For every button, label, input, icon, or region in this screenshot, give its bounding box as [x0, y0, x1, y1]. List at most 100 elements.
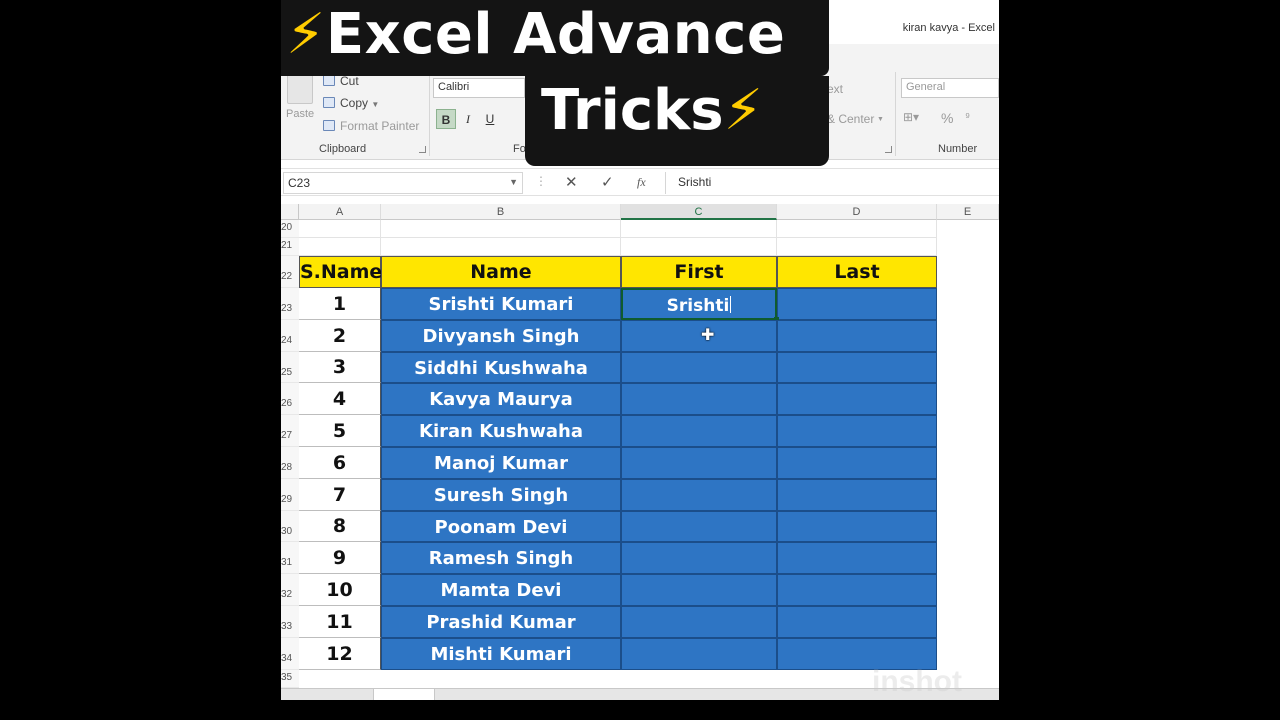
row-header[interactable]: 35	[281, 670, 299, 688]
last-name-cell[interactable]	[777, 383, 937, 415]
paste-icon[interactable]	[287, 74, 313, 104]
header-cell-sname[interactable]: S.Name	[299, 256, 382, 288]
first-name-cell[interactable]	[621, 638, 777, 670]
last-name-cell[interactable]	[777, 574, 937, 606]
row-header[interactable]: 29	[281, 479, 299, 511]
serial-number-cell[interactable]: 6	[299, 447, 381, 479]
serial-number-cell[interactable]: 11	[299, 606, 381, 638]
last-name-cell[interactable]	[777, 479, 937, 511]
header-cell-last[interactable]: Last	[777, 256, 937, 288]
underline-button[interactable]: U	[480, 109, 500, 129]
paste-button[interactable]: Paste	[286, 108, 314, 120]
grid-cell[interactable]	[381, 220, 621, 238]
last-name-cell[interactable]	[777, 352, 937, 383]
name-cell[interactable]: Ramesh Singh	[381, 542, 621, 574]
comma-style-icon[interactable]: ⁹	[965, 110, 970, 124]
cut-button[interactable]: Cut	[323, 74, 359, 88]
worksheet-grid[interactable]: A B C D E 20 21 22 S.Name Name First Las…	[281, 204, 999, 688]
grid-cell[interactable]	[621, 238, 777, 256]
name-cell[interactable]: Kavya Maurya	[381, 383, 621, 415]
italic-button[interactable]: I	[458, 109, 478, 129]
first-name-cell[interactable]	[621, 415, 777, 447]
last-name-cell[interactable]	[777, 606, 937, 638]
first-name-cell[interactable]	[621, 511, 777, 542]
column-header-c[interactable]: C	[621, 204, 777, 220]
name-cell[interactable]: Manoj Kumar	[381, 447, 621, 479]
serial-number-cell[interactable]: 12	[299, 638, 381, 670]
currency-icon[interactable]: ⊞▾	[903, 110, 919, 124]
format-painter-button[interactable]: Format Painter	[323, 119, 419, 133]
cancel-icon[interactable]: ✕	[565, 173, 578, 191]
alignment-launcher-icon[interactable]	[885, 146, 892, 153]
serial-number-cell[interactable]: 5	[299, 415, 381, 447]
last-name-cell[interactable]	[777, 288, 937, 320]
column-header-b[interactable]: B	[381, 204, 621, 220]
name-cell[interactable]: Suresh Singh	[381, 479, 621, 511]
grid-cell[interactable]	[299, 238, 381, 256]
number-format-box[interactable]: General	[901, 78, 999, 98]
name-cell[interactable]: Mishti Kumari	[381, 638, 621, 670]
font-name-box[interactable]: Calibri	[433, 78, 525, 98]
select-all-corner[interactable]	[281, 204, 299, 220]
last-name-cell[interactable]	[777, 542, 937, 574]
clipboard-launcher-icon[interactable]	[419, 146, 426, 153]
column-header-e[interactable]: E	[937, 204, 999, 220]
row-header[interactable]: 21	[281, 238, 299, 256]
row-header[interactable]: 28	[281, 447, 299, 479]
row-header[interactable]: 27	[281, 415, 299, 447]
first-name-cell[interactable]	[621, 574, 777, 606]
column-header-a[interactable]: A	[299, 204, 381, 220]
row-header[interactable]: 24	[281, 320, 299, 352]
grid-cell[interactable]	[777, 238, 937, 256]
last-name-cell[interactable]	[777, 415, 937, 447]
row-header[interactable]: 32	[281, 574, 299, 606]
sheet-tab-active[interactable]	[373, 689, 435, 700]
header-cell-first[interactable]: First	[621, 256, 777, 288]
name-box[interactable]: C23 ▼	[283, 172, 523, 194]
serial-number-cell[interactable]: 10	[299, 574, 381, 606]
last-name-cell[interactable]	[777, 447, 937, 479]
name-cell[interactable]: Prashid Kumar	[381, 606, 621, 638]
row-header[interactable]: 25	[281, 352, 299, 383]
first-name-cell[interactable]	[621, 383, 777, 415]
name-cell[interactable]: Srishti Kumari	[381, 288, 621, 320]
first-name-cell[interactable]	[621, 352, 777, 383]
serial-number-cell[interactable]: 8	[299, 511, 381, 542]
row-header[interactable]: 34	[281, 638, 299, 670]
serial-number-cell[interactable]: 2	[299, 320, 381, 352]
first-name-cell[interactable]	[621, 606, 777, 638]
first-name-cell[interactable]	[621, 320, 777, 352]
merge-center-button[interactable]: & Center	[827, 112, 874, 126]
row-header[interactable]: 30	[281, 511, 299, 542]
last-name-cell[interactable]	[777, 320, 937, 352]
percent-button[interactable]: %	[941, 110, 953, 126]
copy-button[interactable]: Copy ▼	[323, 96, 379, 110]
serial-number-cell[interactable]: 9	[299, 542, 381, 574]
active-cell-first[interactable]: Srishti	[621, 288, 777, 320]
grid-cell[interactable]	[381, 238, 621, 256]
name-cell[interactable]: Siddhi Kushwaha	[381, 352, 621, 383]
chevron-down-icon[interactable]: ▼	[509, 177, 518, 187]
enter-icon[interactable]: ✓	[601, 173, 614, 191]
grid-cell[interactable]	[299, 220, 381, 238]
serial-number-cell[interactable]: 4	[299, 383, 381, 415]
insert-function-icon[interactable]: fx	[637, 175, 646, 190]
bold-button[interactable]: B	[436, 109, 456, 129]
formula-input[interactable]: Srishti	[665, 172, 997, 194]
column-header-d[interactable]: D	[777, 204, 937, 220]
last-name-cell[interactable]	[777, 511, 937, 542]
header-cell-name[interactable]: Name	[381, 256, 621, 288]
row-header[interactable]: 33	[281, 606, 299, 638]
row-header[interactable]: 20	[281, 220, 299, 238]
first-name-cell[interactable]	[621, 479, 777, 511]
name-cell[interactable]: Divyansh Singh	[381, 320, 621, 352]
serial-number-cell[interactable]: 3	[299, 352, 381, 383]
row-header[interactable]: 23	[281, 288, 299, 320]
wrap-text-button[interactable]: ext	[827, 82, 843, 96]
row-header[interactable]: 22	[281, 256, 299, 288]
row-header[interactable]: 31	[281, 542, 299, 574]
row-header[interactable]: 26	[281, 383, 299, 415]
name-cell[interactable]: Kiran Kushwaha	[381, 415, 621, 447]
name-cell[interactable]: Poonam Devi	[381, 511, 621, 542]
serial-number-cell[interactable]: 7	[299, 479, 381, 511]
